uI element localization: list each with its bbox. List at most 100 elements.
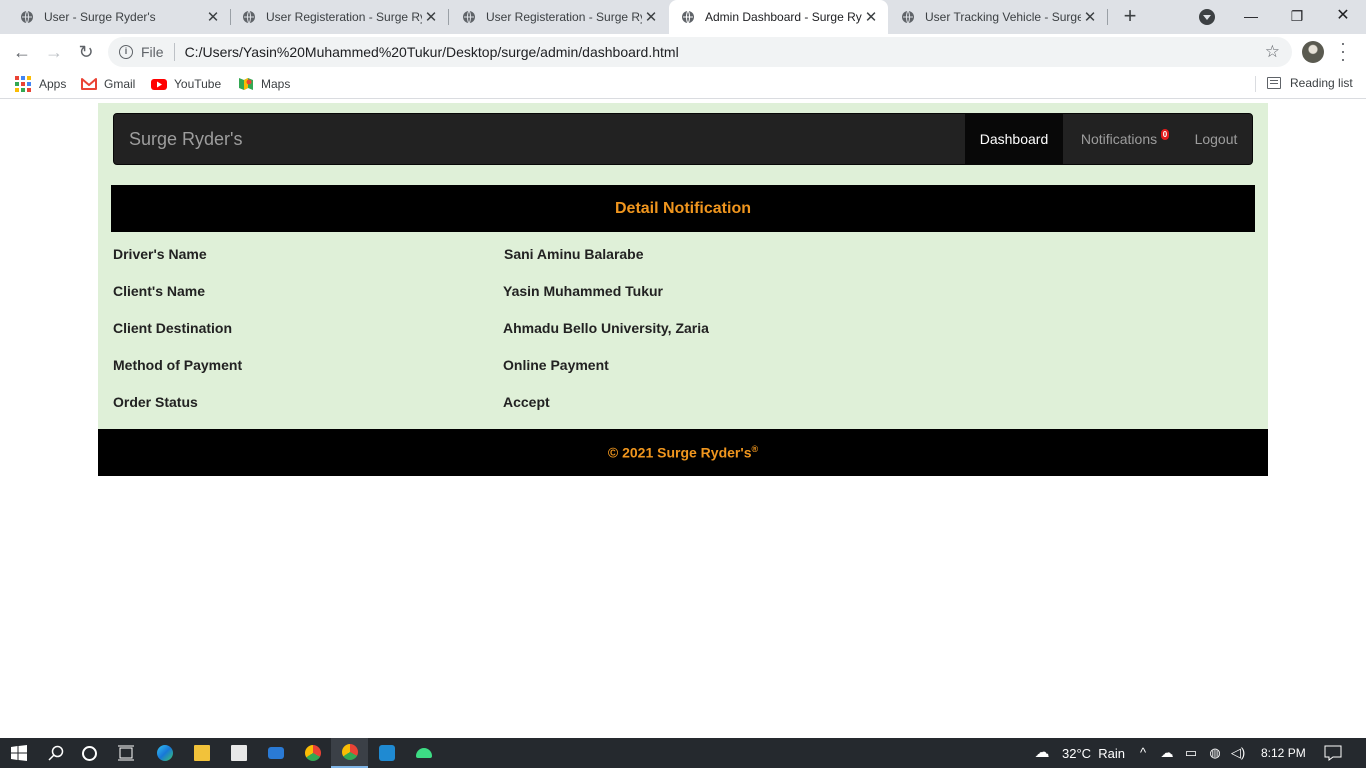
new-tab-button[interactable]: + bbox=[1118, 4, 1142, 30]
page-viewport: Surge Ryder's Dashboard Notifications 0 … bbox=[0, 99, 1366, 738]
reading-list-icon bbox=[1267, 77, 1281, 89]
edge-icon[interactable] bbox=[146, 738, 183, 768]
bookmark-gmail[interactable]: Gmail bbox=[81, 76, 135, 92]
browser-tab-5[interactable]: User Tracking Vehicle - Surge ✕ bbox=[889, 0, 1107, 34]
row-label: Driver's Name bbox=[113, 246, 207, 262]
store-icon[interactable] bbox=[220, 738, 257, 768]
search-icon[interactable] bbox=[37, 738, 74, 768]
search-glyph bbox=[47, 745, 63, 761]
table-row: Client Destination Ahmadu Bello Universi… bbox=[113, 309, 1253, 346]
row-label: Client's Name bbox=[113, 283, 206, 299]
close-icon[interactable]: ✕ bbox=[422, 8, 440, 26]
chevron-up-icon[interactable]: ^ bbox=[1135, 745, 1151, 761]
notification-center-icon[interactable] bbox=[1324, 745, 1342, 761]
chrome-glyph bbox=[341, 744, 358, 760]
globe-icon bbox=[682, 10, 694, 24]
browser-tab-3[interactable]: User Registeration - Surge Ry ✕ bbox=[450, 0, 668, 34]
close-icon[interactable]: ✕ bbox=[862, 8, 880, 26]
chrome-running-icon[interactable] bbox=[331, 738, 368, 768]
android-studio-icon[interactable] bbox=[405, 738, 442, 768]
nav-dashboard[interactable]: Dashboard bbox=[965, 114, 1063, 164]
network-globe-icon[interactable]: ◍ bbox=[1207, 745, 1223, 761]
close-icon[interactable]: ✕ bbox=[1081, 8, 1099, 26]
bookmark-label: Apps bbox=[39, 77, 67, 91]
clock-time[interactable]: 8:12 PM bbox=[1261, 746, 1306, 760]
brand-link[interactable]: Surge Ryder's bbox=[129, 129, 242, 150]
chrome-glyph bbox=[304, 745, 321, 761]
volume-icon[interactable]: ◁) bbox=[1230, 745, 1246, 761]
onedrive-icon[interactable]: ☁ bbox=[1159, 745, 1175, 761]
restore-button[interactable]: ❐ bbox=[1274, 0, 1320, 32]
profile-avatar[interactable] bbox=[1302, 41, 1324, 63]
tab-title: User Registeration - Surge Ry bbox=[486, 10, 642, 24]
globe-icon bbox=[463, 10, 475, 24]
tab-divider bbox=[448, 9, 449, 25]
bookmark-apps[interactable]: Apps bbox=[15, 76, 66, 92]
windows-taskbar: ☁ 32°C Rain ^ ☁ ▭ ◍ ◁) 8:12 PM bbox=[0, 738, 1366, 768]
row-value: Ahmadu Bello University, Zaria bbox=[503, 320, 709, 336]
close-window-button[interactable]: ✕ bbox=[1320, 0, 1366, 32]
task-view-icon[interactable] bbox=[107, 738, 144, 768]
bookmark-star-icon[interactable]: ☆ bbox=[1265, 42, 1280, 62]
url-scheme: File bbox=[141, 44, 164, 60]
gmail-icon bbox=[81, 78, 97, 90]
bookmark-maps[interactable]: Maps bbox=[238, 76, 290, 92]
browser-tab-4-active[interactable]: Admin Dashboard - Surge Ry ✕ bbox=[669, 0, 888, 34]
minimize-button[interactable]: — bbox=[1228, 0, 1274, 32]
battery-icon[interactable]: ▭ bbox=[1183, 745, 1199, 761]
tab-divider bbox=[1107, 9, 1108, 25]
vscode-icon[interactable] bbox=[368, 738, 405, 768]
tab-search-icon[interactable] bbox=[1199, 9, 1215, 25]
table-row: Method of Payment Online Payment bbox=[113, 346, 1253, 383]
reload-icon[interactable]: ↻ bbox=[72, 38, 100, 66]
close-icon[interactable]: ✕ bbox=[642, 8, 660, 26]
nav-logout[interactable]: Logout bbox=[1179, 114, 1253, 164]
notification-count-badge: 0 bbox=[1161, 129, 1169, 140]
tab-title: User - Surge Ryder's bbox=[44, 10, 156, 24]
browser-tab-2[interactable]: User Registeration - Surge Ry ✕ bbox=[230, 0, 448, 34]
reading-list-button[interactable]: Reading list bbox=[1267, 76, 1353, 90]
store-glyph bbox=[230, 745, 247, 761]
browser-menu-icon[interactable]: · · · bbox=[1338, 34, 1348, 68]
apps-grid-icon bbox=[15, 76, 31, 92]
weather-text[interactable]: 32°C Rain bbox=[1062, 746, 1125, 761]
cortana-icon[interactable] bbox=[71, 738, 108, 768]
row-label: Order Status bbox=[113, 394, 198, 410]
mail-icon[interactable] bbox=[257, 738, 294, 768]
weather-icon[interactable]: ☁ bbox=[1031, 745, 1053, 761]
detail-table: Driver's Name Sani Aminu Balarabe Client… bbox=[113, 235, 1253, 420]
file-explorer-icon[interactable] bbox=[183, 738, 220, 768]
info-icon[interactable]: i bbox=[119, 45, 133, 59]
dashboard-container: Surge Ryder's Dashboard Notifications 0 … bbox=[98, 103, 1268, 476]
folder-glyph bbox=[193, 745, 210, 761]
windows-start-icon[interactable] bbox=[0, 738, 37, 768]
vscode-glyph bbox=[378, 745, 395, 761]
divider bbox=[1255, 76, 1256, 92]
chrome-icon[interactable] bbox=[294, 738, 331, 768]
table-row: Order Status Accept bbox=[113, 383, 1253, 420]
notification-center-glyph bbox=[1324, 745, 1342, 761]
divider bbox=[173, 43, 175, 61]
task-view-glyph bbox=[117, 745, 134, 761]
row-label: Method of Payment bbox=[113, 357, 243, 373]
nav-notifications[interactable]: Notifications 0 bbox=[1063, 114, 1179, 164]
forward-arrow-icon[interactable]: → bbox=[40, 38, 68, 66]
back-arrow-icon[interactable]: ← bbox=[8, 38, 36, 66]
address-bar[interactable]: i File C:/Users/Yasin%20Muhammed%20Tukur… bbox=[108, 37, 1292, 67]
close-icon[interactable]: ✕ bbox=[204, 8, 222, 26]
bookmarks-bar: Apps Gmail YouTube Maps Reading list bbox=[0, 70, 1366, 98]
registered-mark: ® bbox=[751, 444, 759, 454]
row-value: Online Payment bbox=[503, 357, 609, 373]
tab-title: User Tracking Vehicle - Surge bbox=[925, 10, 1081, 24]
browser-tab-1[interactable]: User - Surge Ryder's ✕ bbox=[8, 0, 230, 34]
cortana-circle bbox=[82, 745, 97, 761]
bookmark-youtube[interactable]: YouTube bbox=[151, 76, 221, 92]
youtube-icon bbox=[151, 79, 167, 90]
row-value: Accept bbox=[503, 394, 550, 410]
row-label: Client Destination bbox=[113, 320, 233, 336]
globe-icon bbox=[243, 10, 255, 24]
nav-label: Logout bbox=[1194, 131, 1238, 147]
browser-toolbar: ← → ↻ i File C:/Users/Yasin%20Muhammed%2… bbox=[0, 34, 1366, 70]
url-text[interactable]: C:/Users/Yasin%20Muhammed%20Tukur/Deskto… bbox=[185, 44, 1265, 60]
globe-icon bbox=[902, 10, 914, 24]
